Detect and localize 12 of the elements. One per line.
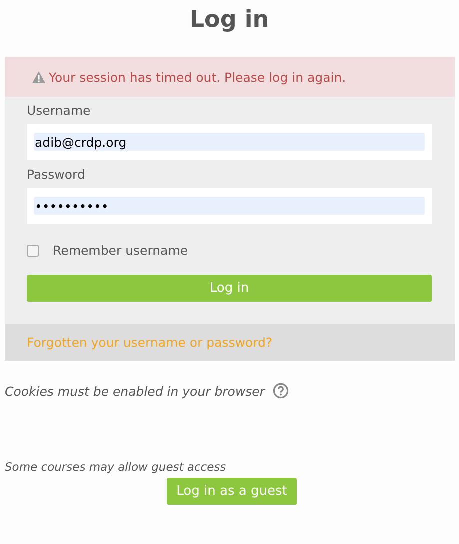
page-title: Log in <box>190 6 270 35</box>
cookies-note: Cookies must be enabled in your browser <box>5 384 266 398</box>
guest-note: Some courses may allow guest access <box>5 460 228 474</box>
warning-icon <box>32 70 46 84</box>
remember-checkbox[interactable] <box>27 244 39 256</box>
field-label: Username <box>27 103 92 118</box>
password-field[interactable]: •••••••••• <box>34 197 425 215</box>
alert-message: Your session has timed out. Please log in again. <box>49 70 346 84</box>
username-field[interactable]: adib@crdp.org <box>34 133 425 151</box>
remember-label[interactable]: Remember username <box>53 243 188 258</box>
help-icon[interactable] <box>273 383 290 399</box>
field-label: Password <box>27 167 86 182</box>
